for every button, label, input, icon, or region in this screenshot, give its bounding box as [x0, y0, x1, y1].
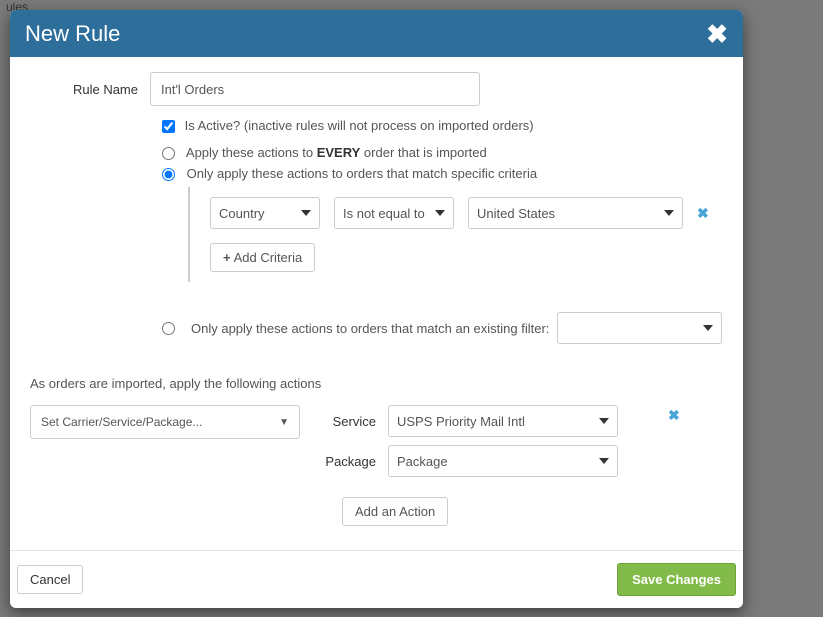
add-criteria-button[interactable]: +Add Criteria — [210, 243, 315, 272]
apply-every-suffix: order that is imported — [360, 145, 486, 160]
actions-row: Set Carrier/Service/Package... ▼ Service… — [30, 405, 723, 477]
modal-header: New Rule ✖ — [10, 10, 743, 57]
package-label: Package — [320, 454, 376, 469]
apply-every-bold: EVERY — [317, 145, 361, 160]
cancel-button[interactable]: Cancel — [17, 565, 83, 594]
package-row: Package Package — [320, 445, 618, 477]
filter-select[interactable] — [557, 312, 722, 344]
criteria-field-select[interactable]: Country — [210, 197, 320, 229]
service-row: Service USPS Priority Mail Intl — [320, 405, 618, 437]
service-label: Service — [320, 414, 376, 429]
criteria-value-select[interactable]: United States — [468, 197, 683, 229]
modal-footer: Cancel Save Changes — [10, 550, 743, 608]
modal-title: New Rule — [25, 21, 120, 47]
action-type-dropdown[interactable]: Set Carrier/Service/Package... ▼ — [30, 405, 300, 439]
apply-criteria-label: Only apply these actions to orders that … — [187, 166, 537, 181]
apply-every-prefix: Apply these actions to — [186, 145, 317, 160]
rule-name-label: Rule Name — [30, 82, 150, 97]
apply-criteria-radio[interactable] — [162, 168, 175, 181]
remove-criteria-icon[interactable]: ✖ — [697, 205, 709, 222]
plus-icon: + — [223, 250, 231, 265]
caret-down-icon: ▼ — [279, 417, 289, 428]
add-action-row: Add an Action — [342, 497, 723, 526]
action-type-label: Set Carrier/Service/Package... — [41, 415, 202, 429]
is-active-row: Is Active? (inactive rules will not proc… — [162, 118, 723, 133]
action-config: Service USPS Priority Mail Intl Package … — [320, 405, 618, 477]
service-select[interactable]: USPS Priority Mail Intl — [388, 405, 618, 437]
apply-filter-row: Only apply these actions to orders that … — [162, 312, 723, 344]
is-active-checkbox[interactable] — [162, 120, 175, 133]
modal-body: Rule Name Is Active? (inactive rules wil… — [10, 57, 743, 550]
criteria-operator-select[interactable]: Is not equal to — [334, 197, 454, 229]
apply-every-row: Apply these actions to EVERY order that … — [162, 145, 723, 160]
apply-filter-radio[interactable] — [162, 322, 175, 335]
save-button[interactable]: Save Changes — [617, 563, 736, 596]
apply-filter-label: Only apply these actions to orders that … — [191, 321, 549, 336]
is-active-label: Is Active? (inactive rules will not proc… — [185, 118, 534, 133]
criteria-row: Country Is not equal to United States ✖ — [210, 197, 723, 229]
close-icon[interactable]: ✖ — [706, 21, 728, 47]
remove-action-icon[interactable]: ✖ — [668, 407, 680, 424]
apply-criteria-row: Only apply these actions to orders that … — [162, 166, 723, 181]
criteria-block: Country Is not equal to United States ✖ … — [188, 187, 723, 282]
apply-every-radio[interactable] — [162, 147, 175, 160]
rule-name-input[interactable] — [150, 72, 480, 106]
new-rule-modal: New Rule ✖ Rule Name Is Active? (inactiv… — [10, 10, 743, 608]
actions-header: As orders are imported, apply the follow… — [30, 376, 723, 391]
package-select[interactable]: Package — [388, 445, 618, 477]
rule-name-row: Rule Name — [30, 72, 723, 106]
add-action-button[interactable]: Add an Action — [342, 497, 448, 526]
